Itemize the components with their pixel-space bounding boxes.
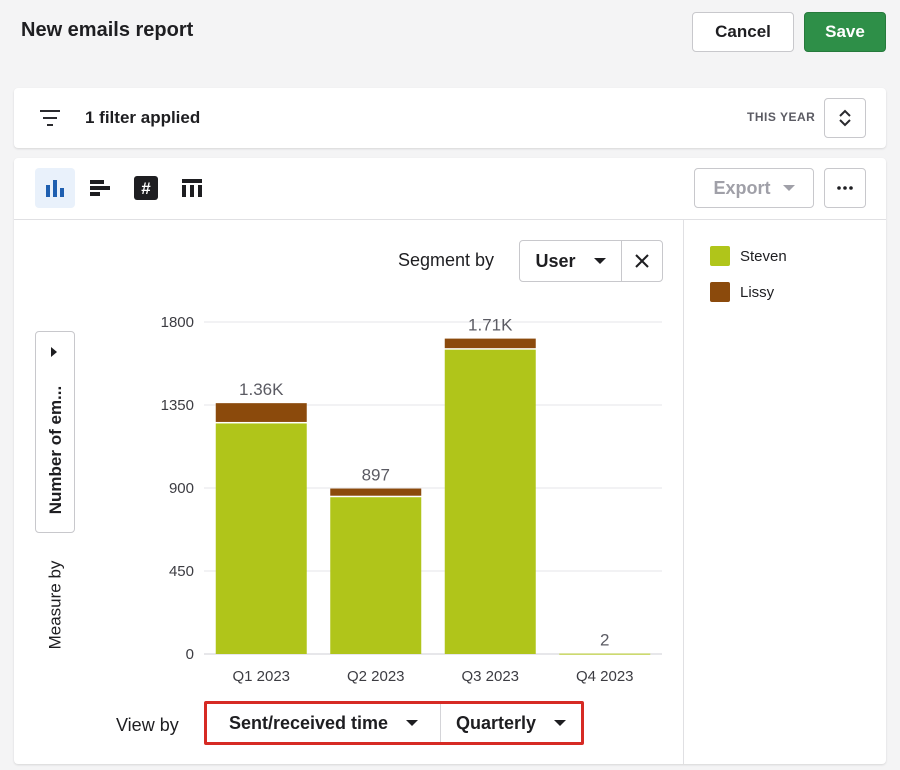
view-by-label: View by — [116, 715, 179, 735]
legend-swatch — [710, 282, 730, 302]
legend-item[interactable]: Steven — [710, 246, 787, 266]
bar-segment[interactable] — [215, 423, 307, 654]
export-label: Export — [713, 177, 771, 198]
bar-chart-view-button[interactable] — [35, 168, 75, 208]
export-button[interactable]: Export — [694, 168, 814, 208]
x-tick-label: Q1 2023 — [232, 668, 290, 685]
report-header: New emails report Cancel Save — [0, 0, 900, 64]
x-tick-label: Q4 2023 — [576, 668, 634, 685]
view-by-field-value: Sent/received time — [228, 712, 389, 733]
x-tick-label: Q2 2023 — [347, 668, 405, 685]
filter-icon[interactable] — [38, 106, 62, 130]
x-tick-label: Q3 2023 — [461, 668, 519, 685]
chevron-down-icon — [406, 720, 419, 726]
bar-segment[interactable] — [444, 338, 536, 349]
view-by-field-dropdown[interactable]: Sent/received time — [207, 704, 441, 742]
bar-segment[interactable] — [215, 403, 307, 422]
bar-total-label: 2 — [600, 631, 609, 650]
view-by-interval-value: Quarterly — [455, 712, 537, 733]
bar-total-label: 1.71K — [468, 316, 513, 335]
y-tick-label: 900 — [169, 480, 194, 497]
svg-text:#: # — [141, 179, 151, 198]
table-icon — [182, 179, 202, 197]
chart-toolbar: # Export — [14, 158, 886, 220]
chevron-down-icon — [554, 720, 567, 726]
more-dots-icon — [837, 186, 853, 190]
more-options-button[interactable] — [824, 168, 866, 208]
period-label: THIS YEAR — [747, 110, 816, 124]
bar-total-label: 897 — [362, 466, 390, 485]
bar-segment[interactable] — [330, 497, 422, 654]
view-by-controls: Sent/received time Quarterly — [204, 701, 584, 745]
y-tick-label: 0 — [186, 646, 194, 663]
chevron-up-down-icon — [839, 109, 851, 127]
table-view-button[interactable] — [172, 168, 212, 208]
bar-segment[interactable] — [559, 653, 651, 655]
bar-total-label: 1.36K — [239, 380, 284, 399]
cancel-button[interactable]: Cancel — [692, 12, 794, 52]
legend-label: Steven — [740, 247, 787, 265]
horizontal-bar-view-button[interactable] — [80, 168, 120, 208]
period-toggle-button[interactable] — [824, 98, 866, 138]
chart-legend: Steven Lissy — [683, 220, 886, 764]
y-tick-label: 1350 — [161, 397, 194, 414]
bar-segment[interactable] — [330, 488, 422, 496]
page-title: New emails report — [21, 19, 194, 41]
number-view-button[interactable]: # — [126, 168, 166, 208]
report-panel: # Export Segment by User Number of em...… — [14, 158, 886, 764]
legend-label: Lissy — [740, 283, 775, 301]
y-tick-label: 450 — [169, 563, 194, 580]
view-by-interval-dropdown[interactable]: Quarterly — [441, 704, 581, 742]
legend-swatch — [710, 246, 730, 266]
bar-chart: 0 450 900 1350 1800 1.36K Q1 2023 897 Q2 2023 1.7… — [161, 314, 662, 685]
chevron-down-icon — [782, 185, 795, 191]
legend-item[interactable]: Lissy — [710, 282, 774, 302]
save-button[interactable]: Save — [804, 12, 886, 52]
bar-chart-icon — [46, 180, 64, 197]
filter-summary[interactable]: 1 filter applied — [85, 108, 200, 128]
horizontal-bar-icon — [90, 180, 110, 196]
y-tick-label: 1800 — [161, 314, 194, 331]
filter-bar: 1 filter applied THIS YEAR — [14, 88, 886, 148]
number-icon: # — [134, 176, 158, 200]
bar-segment[interactable] — [444, 349, 536, 654]
